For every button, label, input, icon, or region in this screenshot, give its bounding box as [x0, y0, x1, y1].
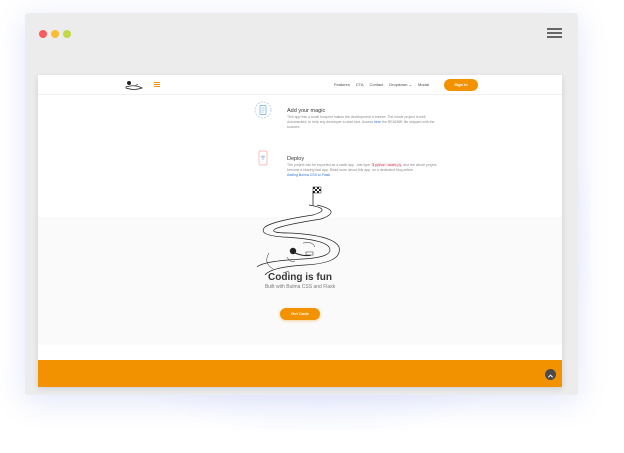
feature-description: This app has a small footprint makes the… — [287, 115, 435, 129]
menu-icon[interactable] — [547, 28, 562, 38]
nav-links: Features CTA Contact Dropdown ⌄ Modal — [334, 82, 429, 87]
wifi-phone-icon — [258, 150, 268, 166]
nav-link-cta[interactable]: CTA — [356, 82, 364, 87]
nav-link-contact[interactable]: Contact — [370, 82, 384, 87]
code-snippet: $ python .\static.py — [371, 163, 403, 167]
coding-illustration — [256, 186, 340, 276]
feature-title: Add your magic — [287, 108, 326, 114]
readme-link[interactable]: here — [374, 120, 381, 124]
get-code-button[interactable]: Get Code — [280, 308, 320, 320]
minimize-dot[interactable] — [51, 30, 59, 38]
nav-burger-icon[interactable] — [154, 82, 160, 87]
window-controls — [39, 30, 71, 38]
web-page: Features CTA Contact Dropdown ⌄ Modal Si… — [38, 75, 562, 387]
close-dot[interactable] — [39, 30, 47, 38]
chevron-up-icon — [547, 374, 554, 378]
sign-in-button[interactable]: Sign in — [444, 79, 478, 91]
nav-link-modal[interactable]: Modal — [418, 82, 429, 87]
nav-link-dropdown[interactable]: Dropdown ⌄ — [389, 82, 412, 87]
browser-window: Features CTA Contact Dropdown ⌄ Modal Si… — [25, 13, 578, 395]
maximize-dot[interactable] — [63, 30, 71, 38]
document-icon — [254, 101, 272, 119]
nav-link-features[interactable]: Features — [334, 82, 350, 87]
feature-title: Deploy — [287, 156, 305, 162]
scroll-to-top-button[interactable] — [545, 369, 556, 380]
navbar: Features CTA Contact Dropdown ⌄ Modal Si… — [38, 75, 562, 95]
footer — [38, 360, 562, 387]
logo-icon[interactable] — [124, 80, 144, 91]
feature-description: The project can be exported as a static … — [287, 163, 472, 178]
hero-subtitle: Built with Bulma CSS and Flask — [264, 284, 336, 290]
blog-article-link[interactable]: Adding Bulma CSS to Flask — [287, 173, 472, 178]
hero-title: Coding is fun — [268, 272, 332, 283]
